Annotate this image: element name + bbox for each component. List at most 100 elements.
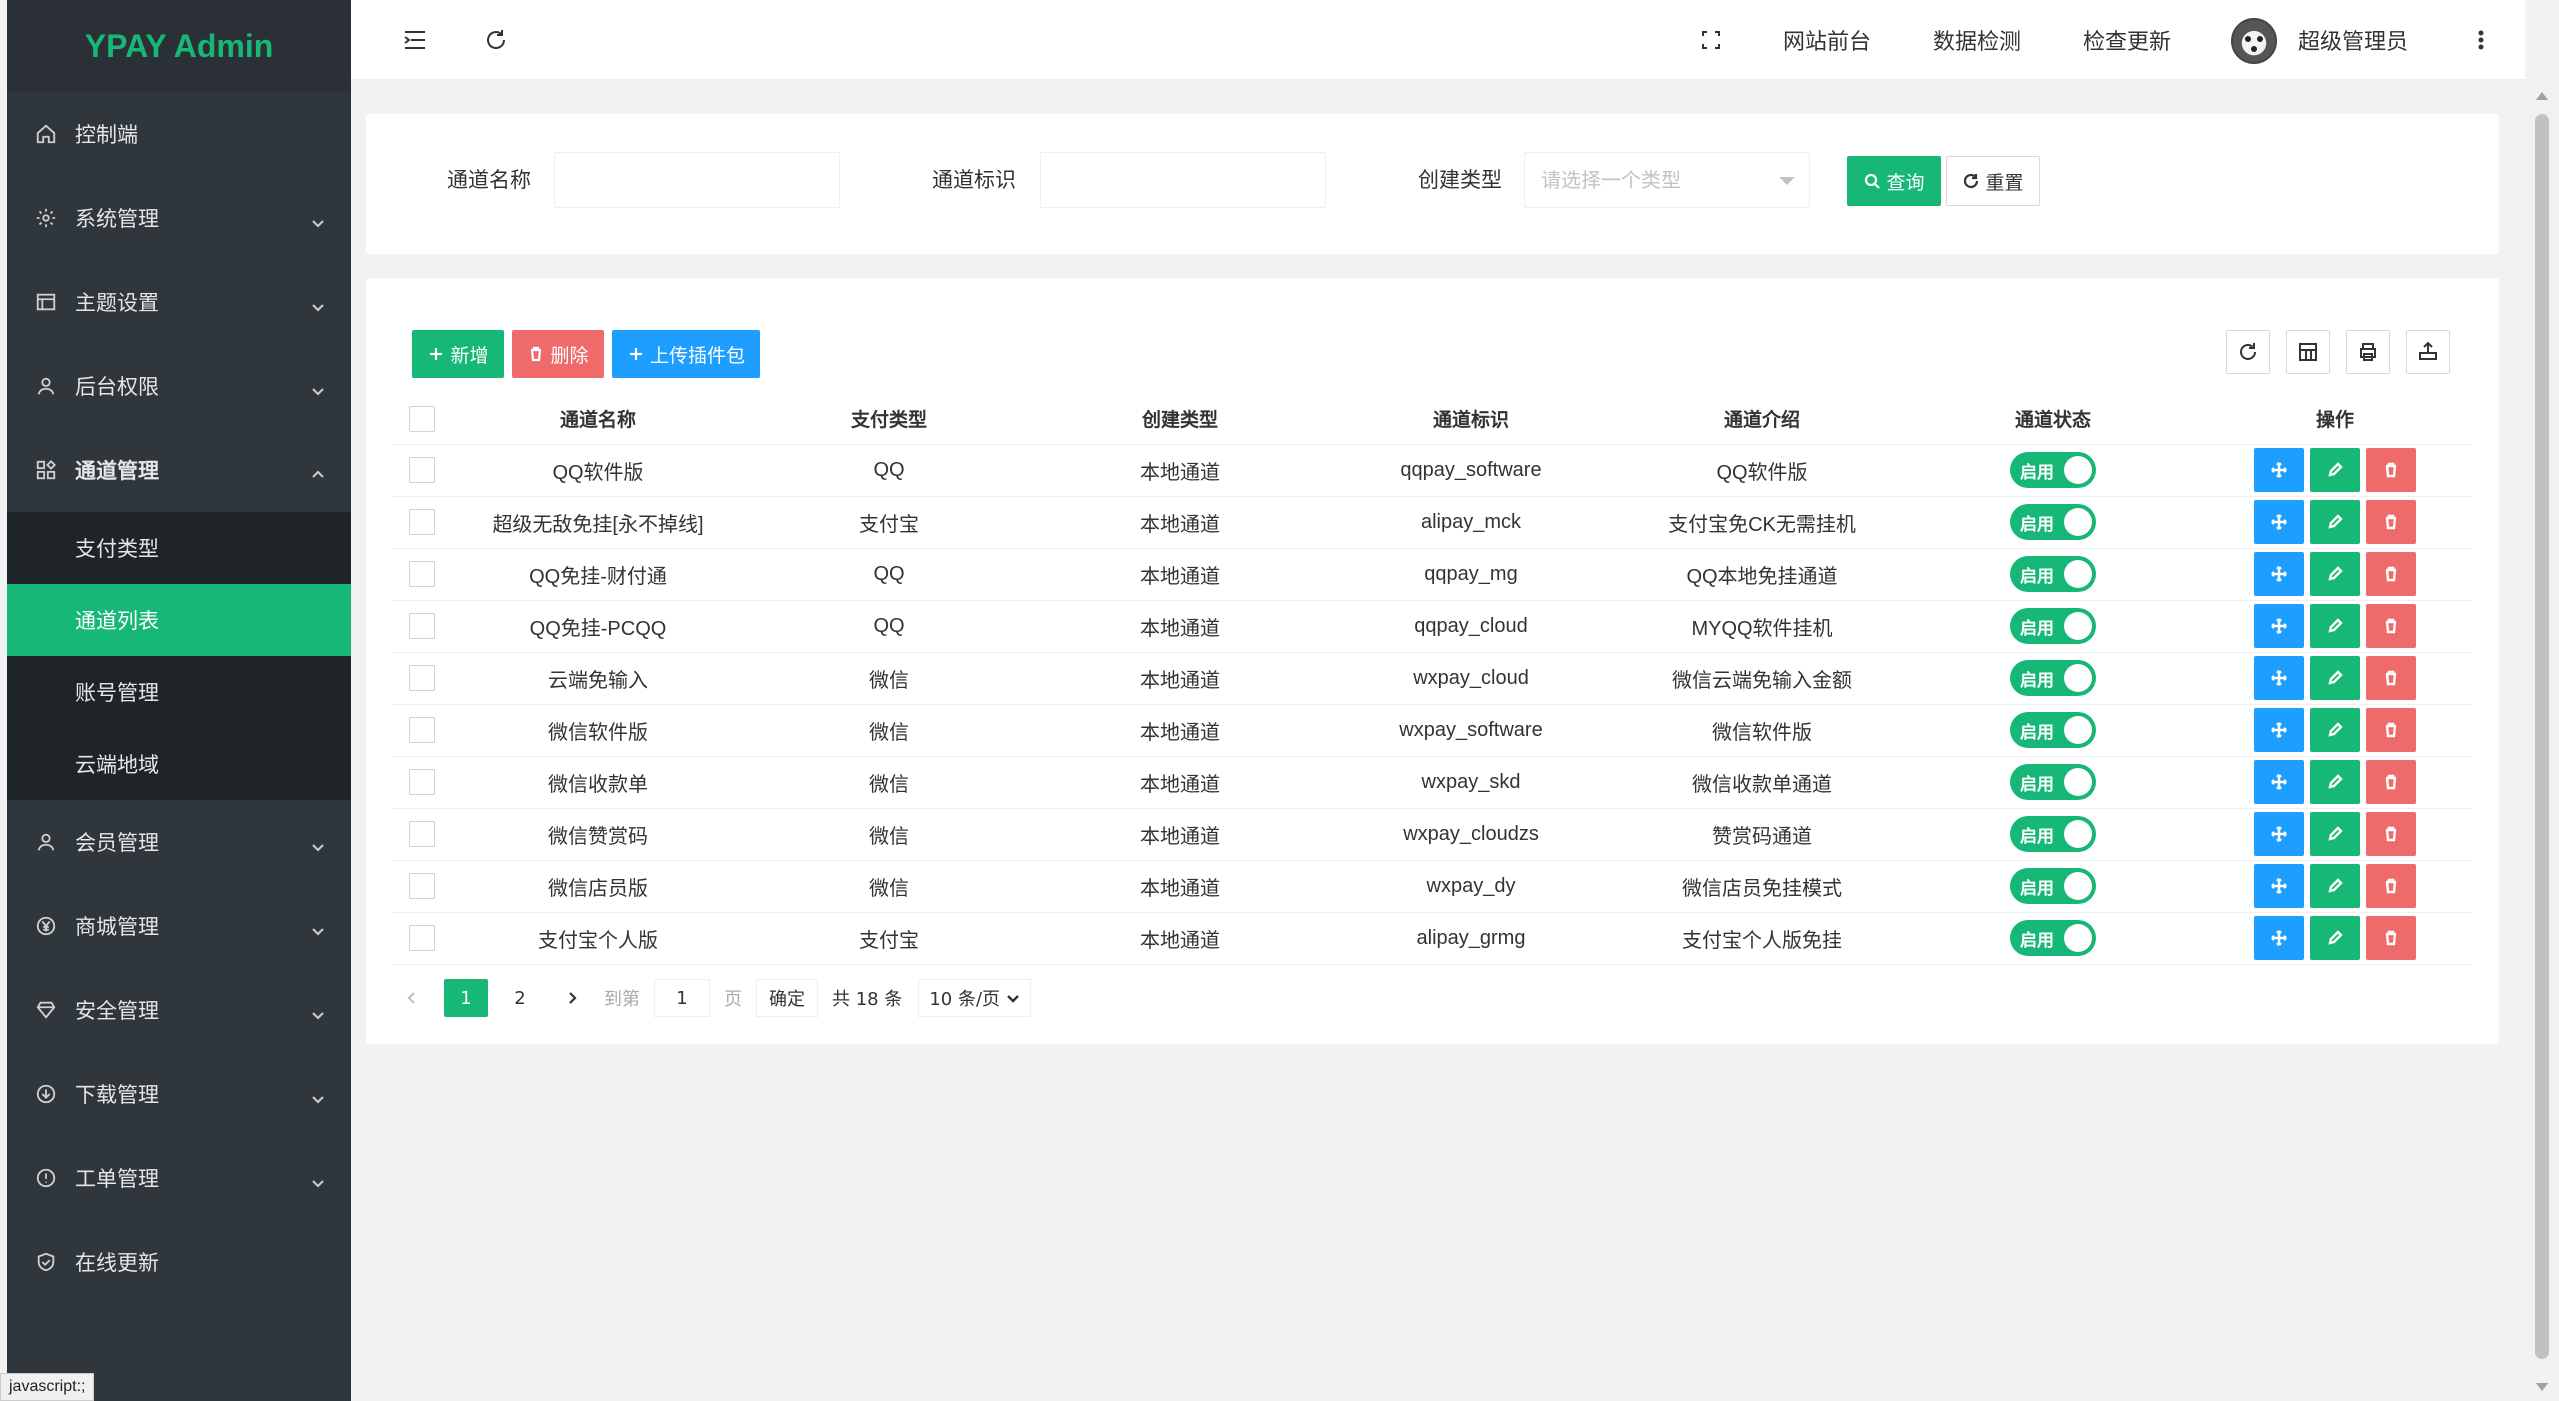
column-header[interactable]: 通道标识 — [1326, 394, 1616, 445]
delete-button[interactable]: 删除 — [512, 330, 604, 378]
table-refresh-button[interactable] — [2226, 330, 2270, 374]
submenu-item-pay-types[interactable]: 支付类型 — [7, 512, 351, 584]
select-all-cell[interactable] — [392, 394, 452, 445]
row-checkbox[interactable] — [409, 821, 435, 847]
select-all-checkbox[interactable] — [409, 405, 435, 432]
row-select-cell[interactable] — [392, 704, 452, 757]
delete-row-button[interactable] — [2366, 708, 2416, 752]
delete-row-button[interactable] — [2366, 864, 2416, 908]
row-select-cell[interactable] — [392, 496, 452, 549]
move-button[interactable] — [2254, 760, 2304, 804]
app-logo[interactable]: YPAY Admin — [7, 0, 351, 92]
table-print-button[interactable] — [2346, 330, 2390, 374]
delete-row-button[interactable] — [2366, 552, 2416, 596]
table-columns-button[interactable] — [2286, 330, 2330, 374]
edit-button[interactable] — [2310, 864, 2360, 908]
submenu-item-cloud-regions[interactable]: 云端地域 — [7, 728, 351, 800]
column-header[interactable]: 支付类型 — [744, 394, 1034, 445]
status-toggle[interactable]: 启用 — [2010, 504, 2096, 540]
prev-page-button[interactable] — [392, 979, 432, 1017]
page-1-button[interactable]: 1 — [444, 979, 488, 1017]
row-checkbox[interactable] — [409, 613, 435, 639]
row-select-cell[interactable] — [392, 600, 452, 653]
user-name[interactable]: 超级管理员 — [2298, 24, 2408, 56]
row-checkbox[interactable] — [409, 717, 435, 743]
sidebar-item-tickets[interactable]: 工单管理 — [7, 1136, 351, 1220]
sidebar-item-theme[interactable]: 主题设置 — [7, 260, 351, 344]
goto-confirm-button[interactable]: 确定 — [756, 979, 818, 1017]
status-toggle[interactable]: 启用 — [2010, 764, 2096, 800]
sidebar-item-downloads[interactable]: 下载管理 — [7, 1052, 351, 1136]
delete-row-button[interactable] — [2366, 812, 2416, 856]
row-checkbox[interactable] — [409, 873, 435, 899]
row-select-cell[interactable] — [392, 808, 452, 861]
channel-id-input[interactable] — [1040, 152, 1326, 208]
sidebar-item-system[interactable]: 系统管理 — [7, 176, 351, 260]
sidebar-item-channels[interactable]: 通道管理 — [7, 428, 351, 512]
fullscreen-icon[interactable] — [1697, 26, 1725, 54]
edit-button[interactable] — [2310, 604, 2360, 648]
query-button[interactable]: 查询 — [1847, 156, 1941, 206]
delete-row-button[interactable] — [2366, 760, 2416, 804]
move-button[interactable] — [2254, 916, 2304, 960]
status-toggle[interactable]: 启用 — [2010, 868, 2096, 904]
row-checkbox[interactable] — [409, 925, 435, 951]
channel-name-input[interactable] — [554, 152, 840, 208]
sidebar-item-shop[interactable]: 商城管理 — [7, 884, 351, 968]
row-select-cell[interactable] — [392, 652, 452, 705]
sidebar-item-online-update[interactable]: 在线更新 — [7, 1220, 351, 1304]
move-button[interactable] — [2254, 864, 2304, 908]
column-header[interactable]: 创建类型 — [1034, 394, 1326, 445]
edit-button[interactable] — [2310, 448, 2360, 492]
scroll-up-icon[interactable] — [2536, 92, 2548, 100]
menu-fold-icon[interactable] — [401, 26, 429, 54]
status-toggle[interactable]: 启用 — [2010, 920, 2096, 956]
more-vertical-icon[interactable] — [2467, 26, 2495, 54]
move-button[interactable] — [2254, 604, 2304, 648]
scrollbar-thumb[interactable] — [2535, 114, 2549, 1359]
sidebar-item-members[interactable]: 会员管理 — [7, 800, 351, 884]
sidebar-item-permissions[interactable]: 后台权限 — [7, 344, 351, 428]
column-header[interactable]: 通道介绍 — [1616, 394, 1908, 445]
delete-row-button[interactable] — [2366, 500, 2416, 544]
row-checkbox[interactable] — [409, 509, 435, 535]
goto-page-input[interactable]: 1 — [654, 979, 710, 1017]
edit-button[interactable] — [2310, 760, 2360, 804]
avatar[interactable] — [2231, 18, 2277, 64]
upload-plugin-button[interactable]: 上传插件包 — [612, 330, 760, 378]
row-checkbox[interactable] — [409, 665, 435, 691]
edit-button[interactable] — [2310, 812, 2360, 856]
page-2-button[interactable]: 2 — [500, 979, 540, 1017]
delete-row-button[interactable] — [2366, 916, 2416, 960]
create-type-select[interactable]: 请选择一个类型 — [1524, 152, 1810, 208]
column-header[interactable]: 通道状态 — [1908, 394, 2198, 445]
check-update-link[interactable]: 检查更新 — [2083, 24, 2171, 56]
site-frontend-link[interactable]: 网站前台 — [1783, 24, 1871, 56]
submenu-item-accounts[interactable]: 账号管理 — [7, 656, 351, 728]
move-button[interactable] — [2254, 448, 2304, 492]
row-checkbox[interactable] — [409, 561, 435, 587]
edit-button[interactable] — [2310, 708, 2360, 752]
status-toggle[interactable]: 启用 — [2010, 452, 2096, 488]
refresh-icon[interactable] — [482, 26, 510, 54]
edit-button[interactable] — [2310, 500, 2360, 544]
edit-button[interactable] — [2310, 552, 2360, 596]
row-select-cell[interactable] — [392, 912, 452, 965]
add-button[interactable]: 新增 — [412, 330, 504, 378]
move-button[interactable] — [2254, 812, 2304, 856]
row-select-cell[interactable] — [392, 860, 452, 913]
edit-button[interactable] — [2310, 916, 2360, 960]
row-select-cell[interactable] — [392, 548, 452, 601]
status-toggle[interactable]: 启用 — [2010, 712, 2096, 748]
scroll-down-icon[interactable] — [2536, 1383, 2548, 1391]
status-toggle[interactable]: 启用 — [2010, 556, 2096, 592]
column-header[interactable]: 通道名称 — [452, 394, 744, 445]
next-page-button[interactable] — [552, 979, 592, 1017]
delete-row-button[interactable] — [2366, 656, 2416, 700]
page-scrollbar[interactable] — [2525, 80, 2559, 1401]
row-select-cell[interactable] — [392, 756, 452, 809]
status-toggle[interactable]: 启用 — [2010, 608, 2096, 644]
data-check-link[interactable]: 数据检测 — [1933, 24, 2021, 56]
move-button[interactable] — [2254, 656, 2304, 700]
delete-row-button[interactable] — [2366, 604, 2416, 648]
